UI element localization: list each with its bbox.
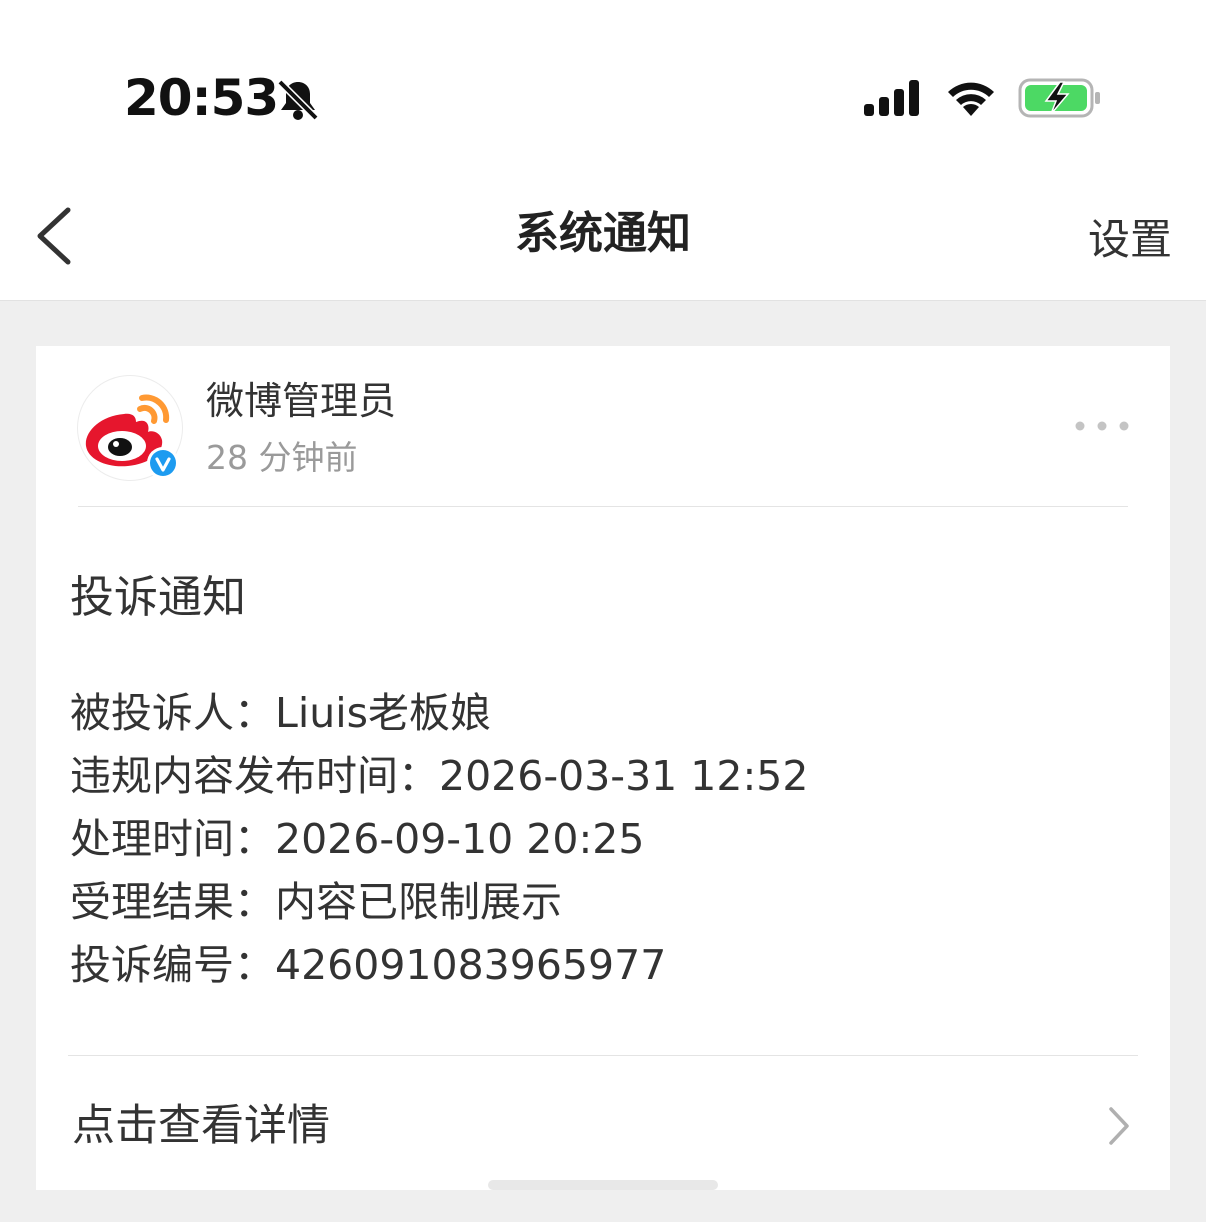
field-label: 违规内容发布时间： [70,752,439,800]
wifi-icon [948,82,994,116]
field-result: 受理结果：内容已限制展示 [70,871,808,934]
bell-muted-icon [277,79,319,121]
sender-name[interactable]: 微博管理员 [206,376,396,426]
field-label: 处理时间： [70,815,275,863]
field-value: 内容已限制展示 [275,878,562,926]
signal-icon [864,80,919,116]
field-label: 受理结果： [70,878,275,926]
chevron-right-icon[interactable] [1106,1106,1132,1146]
footer-divider [68,1055,1138,1056]
home-indicator [488,1180,718,1190]
notice-title: 投诉通知 [70,572,246,623]
view-details-link[interactable]: 点击查看详情 [72,1098,330,1154]
field-complaint-id: 投诉编号：4260910839659​77 [70,934,808,997]
top-bar: 20:53 系统通知 设置 [0,0,1206,301]
field-process-time: 处理时间：2026-09-10 20:25 [70,808,808,871]
verified-badge-icon [147,447,179,479]
header-divider [78,506,1128,507]
timestamp: 28 分钟前 [206,438,358,477]
notice-fields: 被投诉人：Liuis老板娘 违规内容发布时间：2026-03-31 12:52 … [70,682,808,997]
field-label: 被投诉人： [70,689,275,737]
notification-card: 微博管理员 28 分钟前 投诉通知 被投诉人：Liuis老板娘 违规内容发布时间… [36,346,1170,1190]
page-title: 系统通知 [515,208,691,259]
battery-charging-icon [1018,78,1100,118]
field-value: 2026-09-10 20:25 [275,815,645,863]
status-time: 20:53 [124,69,279,127]
field-publish-time: 违规内容发布时间：2026-03-31 12:52 [70,745,808,808]
field-label: 投诉编号： [70,941,275,989]
field-value: Liuis老板娘 [275,689,491,737]
avatar[interactable] [78,376,182,480]
more-dots-icon[interactable] [1074,420,1130,432]
field-complainee: 被投诉人：Liuis老板娘 [70,682,808,745]
field-value: 4260910839659​77 [275,941,667,989]
field-value: 2026-03-31 12:52 [439,752,809,800]
settings-button[interactable]: 设置 [1088,212,1172,268]
